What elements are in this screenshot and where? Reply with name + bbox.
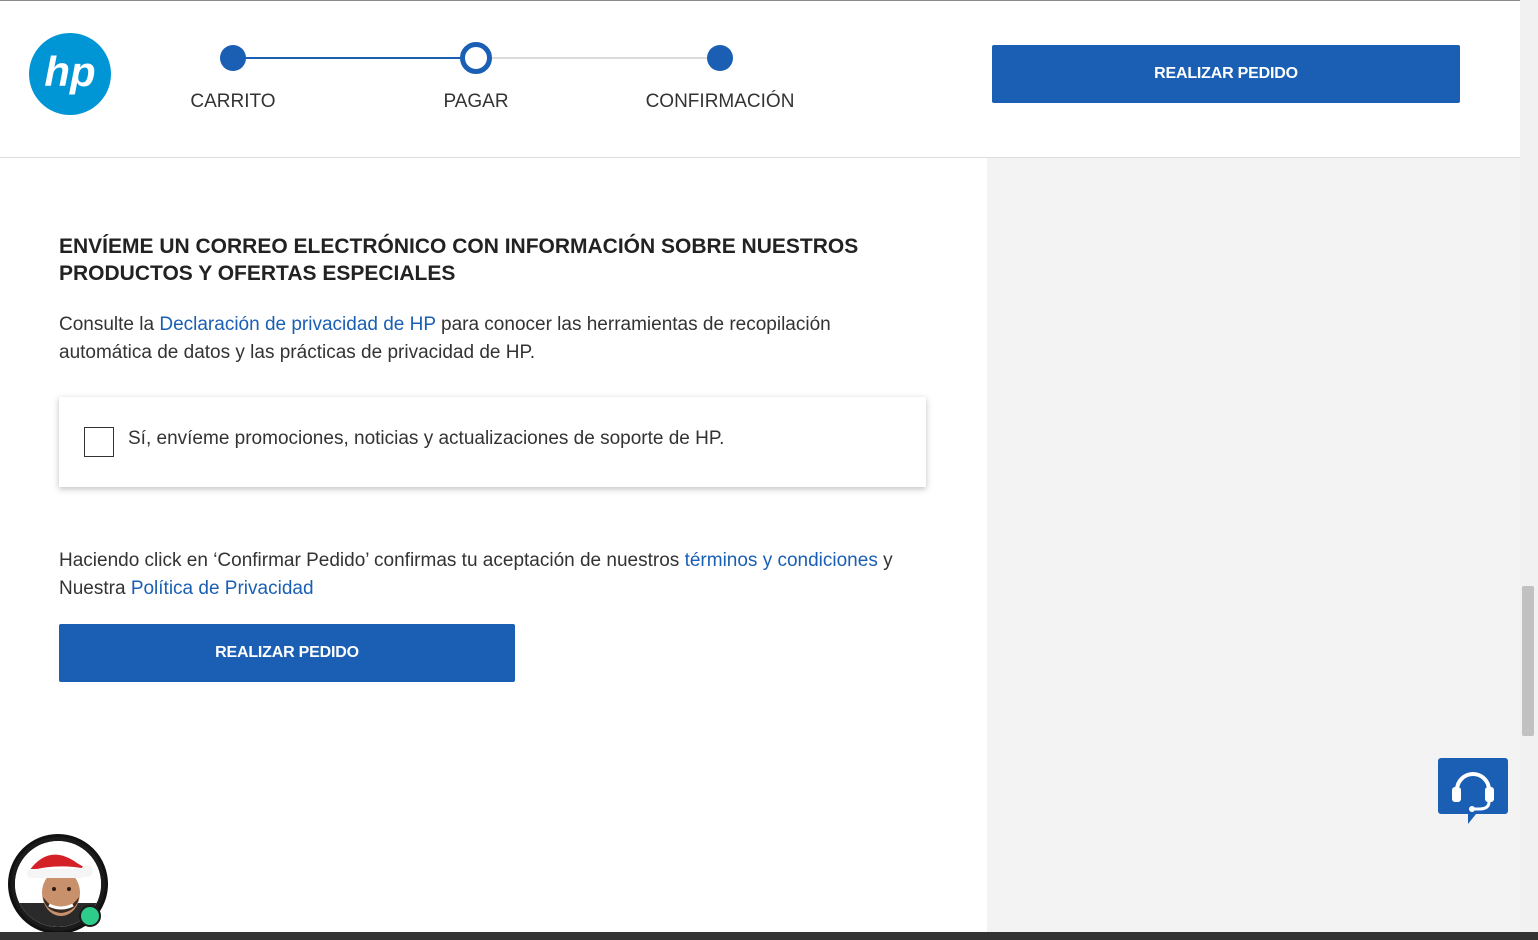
window-bottom-bar [0, 932, 1538, 940]
step-label-confirmation: CONFIRMACIÓN [645, 91, 795, 112]
terms-conditions-link[interactable]: términos y condiciones [685, 550, 878, 571]
marketing-optin-checkbox[interactable] [84, 427, 114, 457]
agent-online-status-indicator [79, 905, 101, 927]
step-dot-confirmation [707, 45, 733, 71]
progress-line-pending [476, 57, 720, 59]
marketing-heading: ENVÍEME UN CORREO ELECTRÓNICO CON INFORM… [59, 235, 859, 285]
privacy-statement-link[interactable]: Declaración de privacidad de HP [159, 314, 435, 335]
marketing-optin-label[interactable]: Sí, envíeme promociones, noticias y actu… [128, 428, 724, 450]
hp-logo-text: hp [44, 48, 95, 95]
terms-notice: Haciendo click en ‘Confirmar Pedido’ con… [59, 547, 939, 603]
privacy-policy-link[interactable]: Política de Privacidad [131, 578, 314, 599]
progress-line-completed [233, 57, 476, 59]
page-scrollbar-thumb[interactable] [1522, 586, 1534, 736]
step-label-cart: CARRITO [190, 91, 276, 112]
place-order-button[interactable]: REALIZAR PEDIDO [59, 624, 515, 682]
terms-text-before: Haciendo click en ‘Confirmar Pedido’ con… [59, 550, 685, 571]
privacy-notice: Consulte la Declaración de privacidad de… [59, 311, 919, 367]
checkout-header: hp CARRITO PAGAR CONFIRMACIÓN REALIZAR P… [0, 1, 1520, 158]
place-order-button-header[interactable]: REALIZAR PEDIDO [992, 45, 1460, 103]
step-dot-payment [460, 42, 492, 74]
headset-chat-icon[interactable] [1438, 756, 1508, 826]
step-label-payment: PAGAR [443, 91, 509, 112]
hp-logo[interactable]: hp [28, 32, 112, 116]
step-dot-cart [220, 45, 246, 71]
privacy-text-before: Consulte la [59, 314, 160, 335]
page-scrollbar-track[interactable] [1520, 0, 1538, 932]
marketing-optin-card: Sí, envíeme promociones, noticias y actu… [59, 397, 926, 487]
